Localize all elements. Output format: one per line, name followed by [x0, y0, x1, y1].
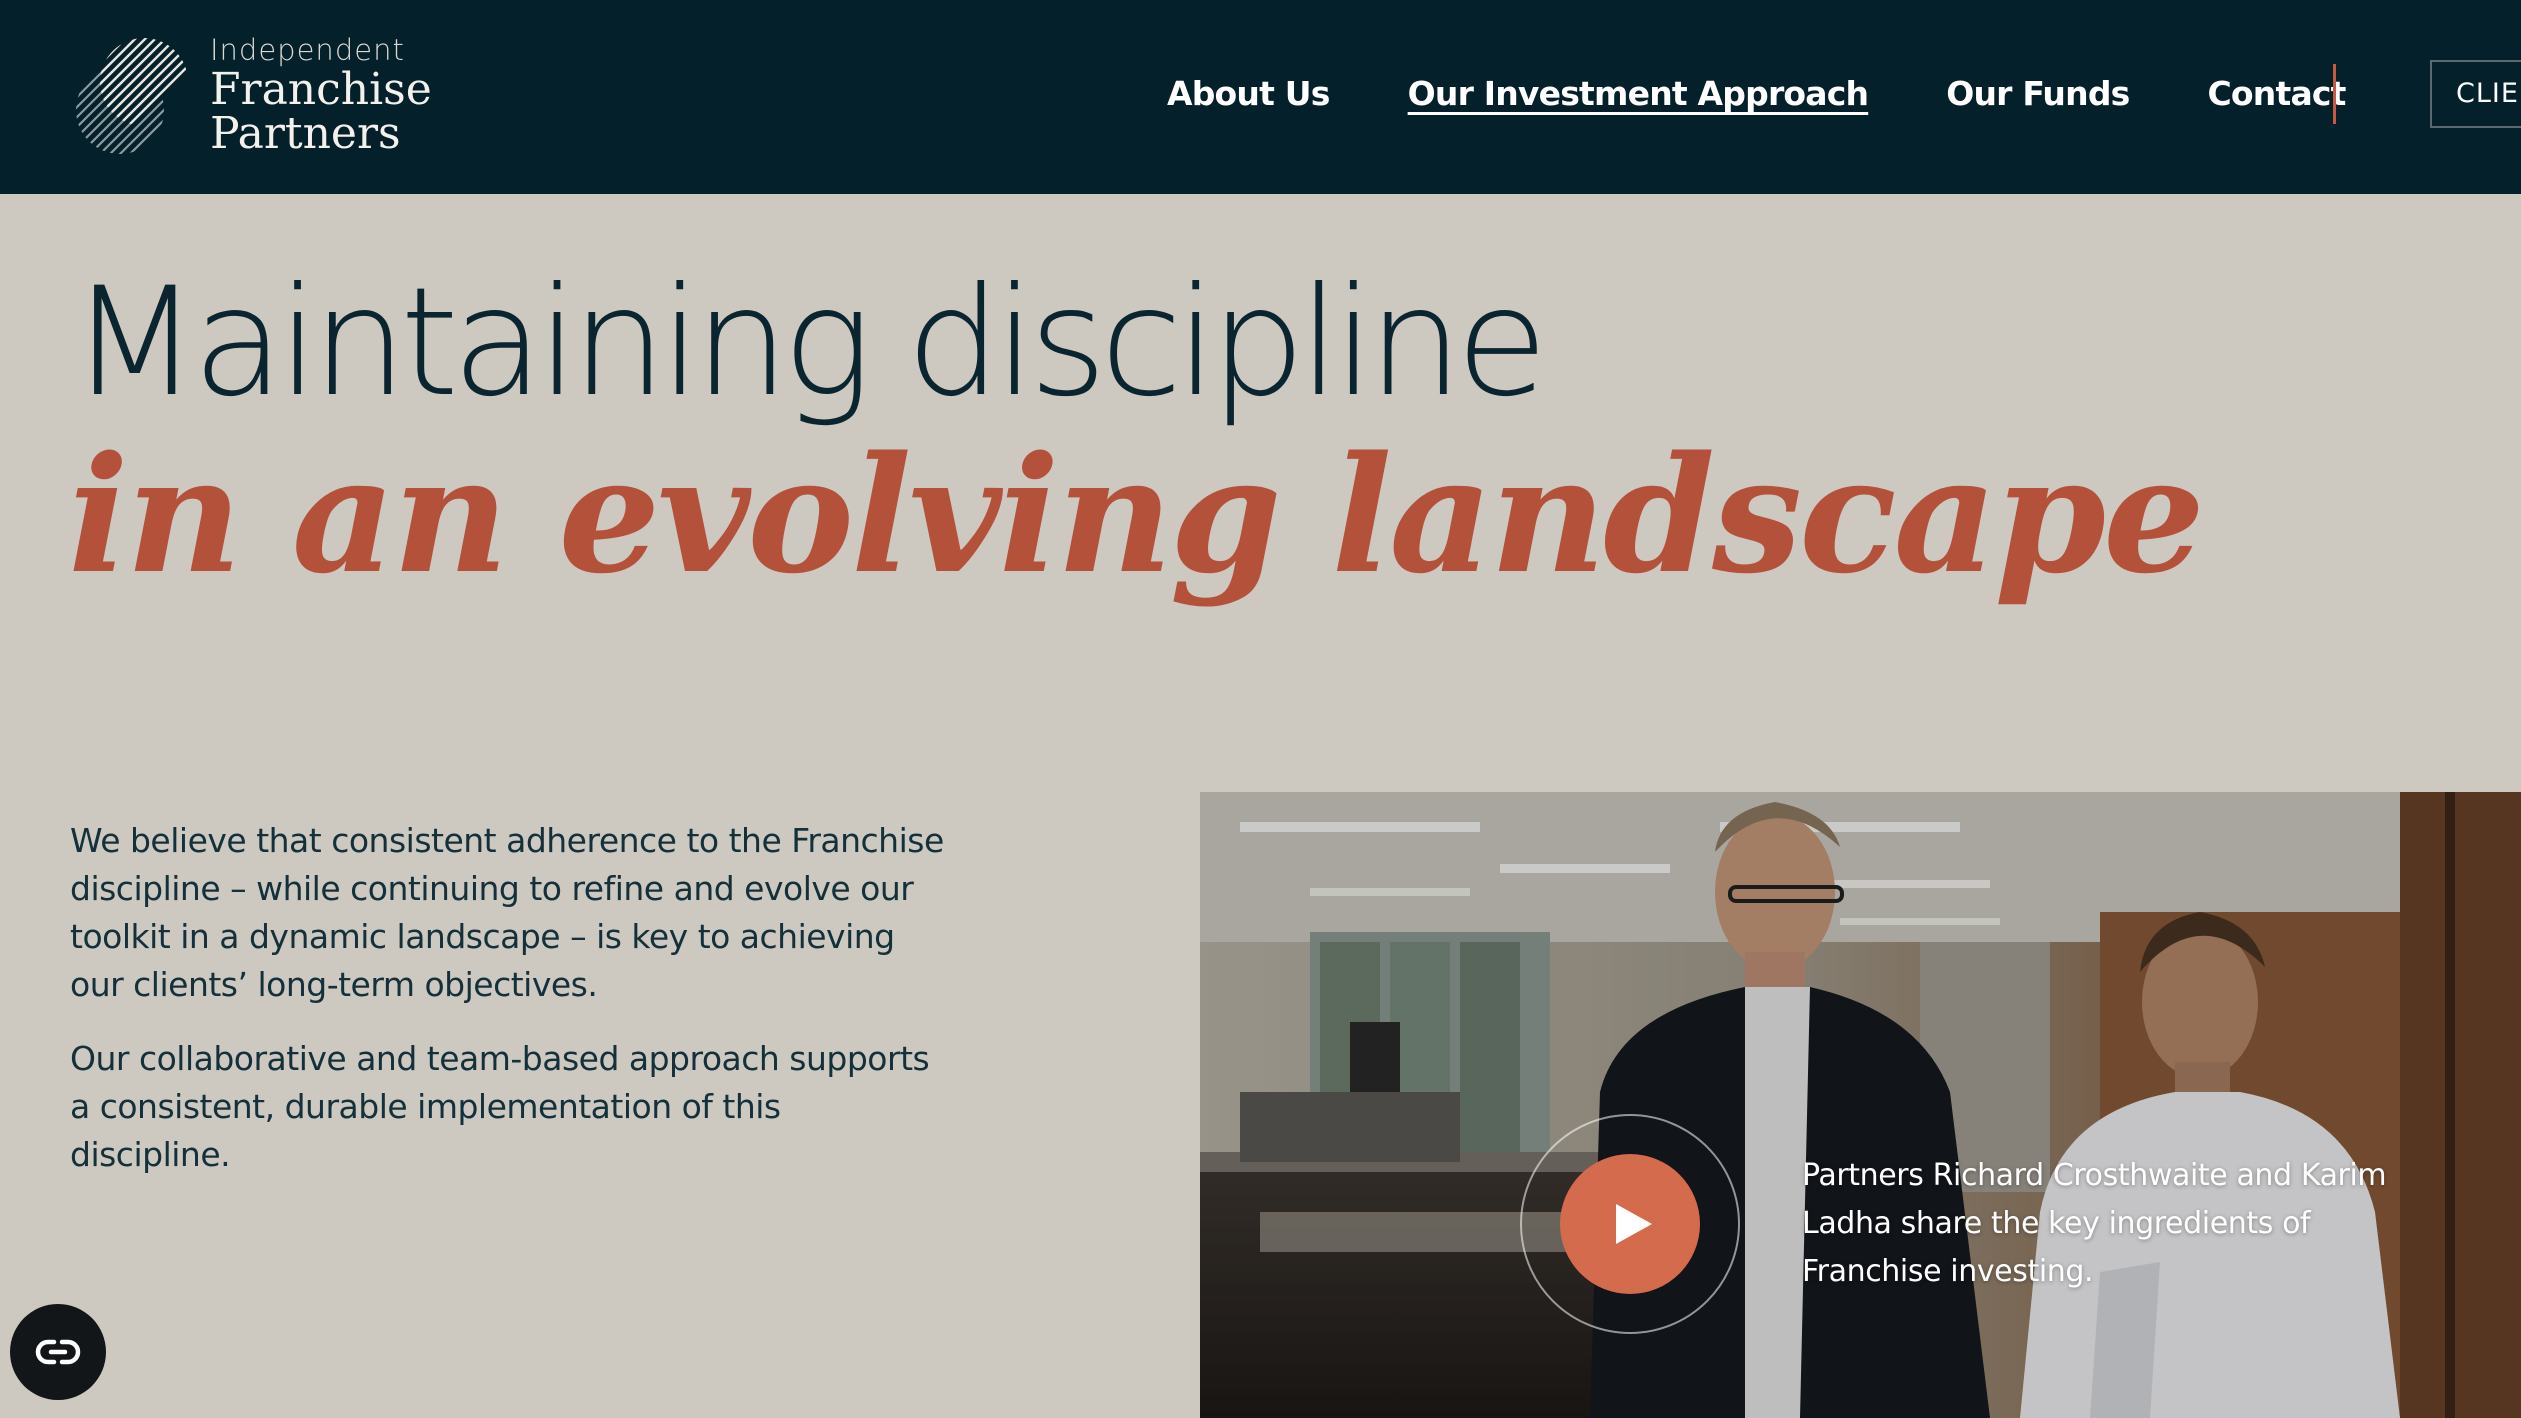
video-caption: Partners Richard Crosthwaite and Karim L… [1802, 1158, 2387, 1289]
logo-text-line2: Partners [210, 108, 401, 159]
nav-about-us[interactable]: About Us [1167, 74, 1330, 113]
logo-mark-icon [76, 38, 188, 154]
intro-paragraph-2: Our collaborative and team-based approac… [70, 1039, 930, 1174]
logo-link[interactable]: Independent Franchise Partners [70, 30, 432, 160]
logo-text-line1: Franchise [210, 64, 432, 115]
nav-contact[interactable]: Contact [2207, 74, 2346, 113]
client-login-button[interactable]: CLIEN [2430, 60, 2521, 128]
video-player[interactable]: Partners Richard Crosthwaite and Karim L… [1200, 792, 2521, 1418]
intro-paragraph-1: We believe that consistent adherence to … [70, 821, 944, 1004]
accessibility-icon [35, 1339, 81, 1365]
logo-wordmark: Independent Franchise Partners [210, 32, 432, 156]
hero-subtitle: in an evolving landscape [68, 421, 2205, 609]
video-thumbnail [1200, 792, 2521, 1418]
logo-text-small: Independent [210, 33, 405, 67]
hero-title: Maintaining discipline [70, 256, 1548, 430]
nav-our-funds[interactable]: Our Funds [1946, 74, 2130, 113]
play-icon [1616, 1204, 1652, 1244]
intro-copy: We believe that consistent adherence to … [70, 817, 950, 1179]
nav-our-investment-approach[interactable]: Our Investment Approach [1408, 74, 1869, 113]
accessibility-button[interactable] [10, 1304, 106, 1400]
site-header: Independent Franchise Partners About Us … [0, 0, 2521, 194]
nav-divider [2333, 64, 2336, 124]
main-nav: About Us Our Investment Approach Our Fun… [1167, 65, 2346, 121]
play-video-button[interactable] [1560, 1154, 1700, 1294]
